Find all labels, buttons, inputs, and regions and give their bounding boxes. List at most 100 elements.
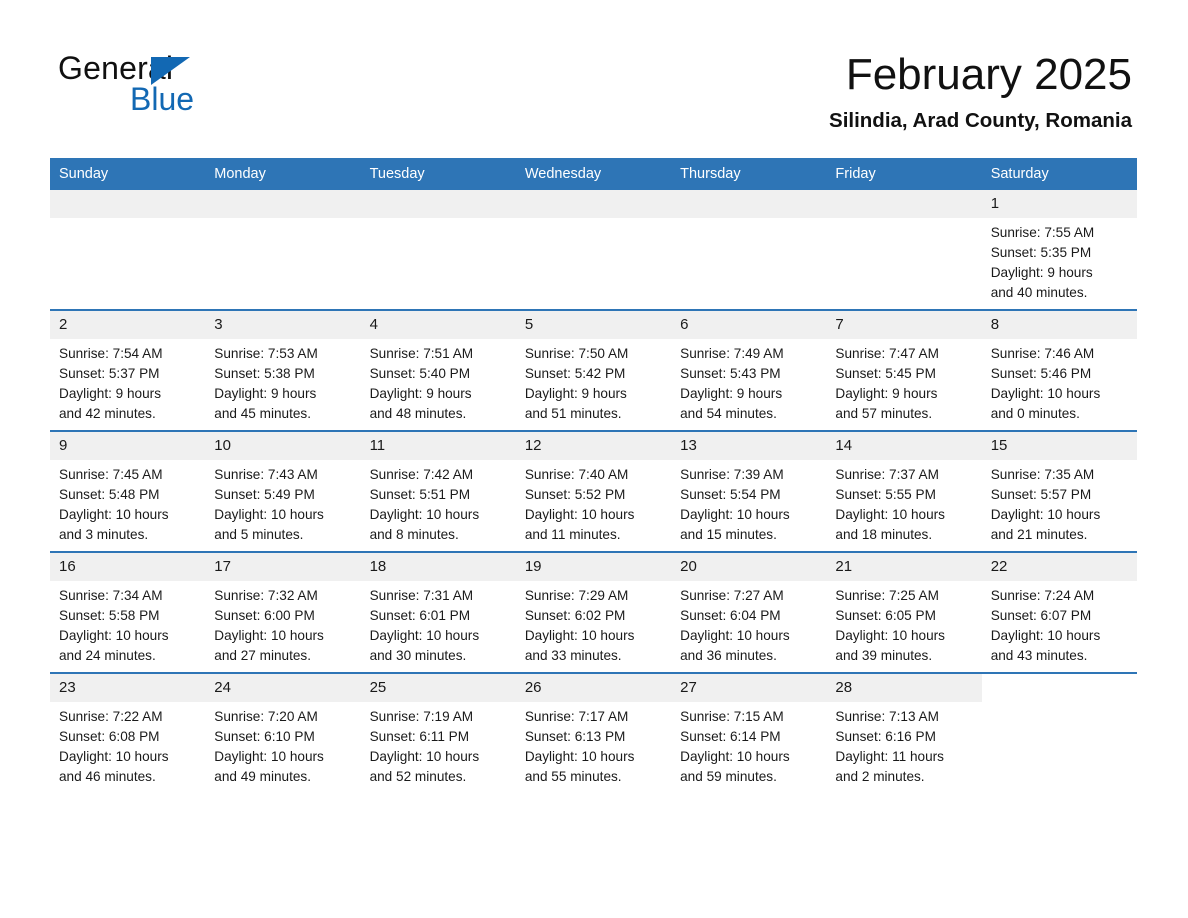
day-detail-line: Sunrise: 7:55 AM <box>990 225 1095 240</box>
day-number <box>981 674 1137 702</box>
day-number: 27 <box>671 674 827 702</box>
day-cell-20[interactable]: 20 Sunrise: 7:27 AM Sunset: 6:04 PM Dayligh… <box>671 551 827 673</box>
page-title: February 2025 <box>845 50 1132 99</box>
day-cell-4[interactable]: 4 Sunrise: 7:51 AM Sunset: 5:40 PM Daylight… <box>360 309 516 431</box>
day-detail-line: Daylight: 10 hours <box>214 628 324 644</box>
day-detail-line: Sunrise: 7:49 AM <box>680 346 784 361</box>
day-detail-line: and 42 minutes. <box>59 406 156 422</box>
generalblue-logo[interactable]: General Blue <box>58 52 358 122</box>
day-cell-empty <box>515 190 672 310</box>
day-cell-1[interactable]: 1 Sunrise: 7:55 AM Sunset: 5:35 PM Daylight… <box>981 190 1137 310</box>
day-cell-9[interactable]: 9 Sunrise: 7:45 AM Sunset: 5:48 PM Daylight… <box>50 430 206 552</box>
day-number: 7 <box>826 311 982 339</box>
day-cell-19[interactable]: 19 Sunrise: 7:29 AM Sunset: 6:02 PM Dayligh… <box>515 551 672 673</box>
day-detail-line: Daylight: 11 hours <box>835 749 944 765</box>
day-detail-line: Sunrise: 7:19 AM <box>369 709 474 724</box>
day-detail-line: and 43 minutes. <box>990 648 1088 664</box>
day-detail-line: Sunrise: 7:46 AM <box>990 346 1095 361</box>
day-cell-7[interactable]: 7 Sunrise: 7:47 AM Sunset: 5:45 PM Daylight… <box>826 309 982 431</box>
day-detail-line: Sunrise: 7:42 AM <box>369 467 474 482</box>
day-detail-line: Sunset: 6:02 PM <box>524 608 626 624</box>
day-cell-28[interactable]: 28 Sunrise: 7:13 AM Sunset: 6:16 PM Dayligh… <box>826 672 982 793</box>
day-detail-line: Sunset: 5:46 PM <box>990 366 1092 382</box>
day-detail-line: Daylight: 10 hours <box>835 507 945 523</box>
weekday-header-wednesday: Wednesday <box>515 158 672 190</box>
day-cell-2[interactable]: 2 Sunrise: 7:54 AM Sunset: 5:37 PM Daylight… <box>50 309 206 431</box>
calendar-week-row: 1 Sunrise: 7:55 AM Sunset: 5:35 PM Daylight… <box>50 190 1137 310</box>
day-number: 20 <box>671 553 827 581</box>
day-cell-5[interactable]: 5 Sunrise: 7:50 AM Sunset: 5:42 PM Daylight… <box>515 309 672 431</box>
day-number: 17 <box>205 553 361 581</box>
day-cell-23[interactable]: 23 Sunrise: 7:22 AM Sunset: 6:08 PM Dayligh… <box>50 672 206 793</box>
day-detail-line: and 18 minutes. <box>835 527 933 543</box>
day-detail-line: and 24 minutes. <box>59 648 156 664</box>
day-cell-empty <box>205 190 361 310</box>
day-detail-line: Sunrise: 7:13 AM <box>835 709 939 724</box>
day-detail-line: Daylight: 10 hours <box>990 386 1101 402</box>
day-detail-line: and 54 minutes. <box>680 406 777 422</box>
day-detail-line: Sunset: 5:42 PM <box>524 366 626 382</box>
day-cell-13[interactable]: 13 Sunrise: 7:39 AM Sunset: 5:54 PM Dayligh… <box>671 430 827 552</box>
day-detail-line: and 52 minutes. <box>369 769 467 785</box>
day-detail-line: Daylight: 10 hours <box>990 507 1101 523</box>
day-cell-3[interactable]: 3 Sunrise: 7:53 AM Sunset: 5:38 PM Daylight… <box>205 309 361 431</box>
day-cell-18[interactable]: 18 Sunrise: 7:31 AM Sunset: 6:01 PM Dayligh… <box>360 551 516 673</box>
day-detail-line: Sunrise: 7:25 AM <box>835 588 939 603</box>
day-details: Sunrise: 7:13 AM Sunset: 6:16 PM Daylight:… <box>826 702 981 787</box>
day-detail-line: and 33 minutes. <box>524 648 622 664</box>
day-detail-line: Daylight: 9 hours <box>835 386 938 402</box>
day-detail-line: Daylight: 10 hours <box>369 628 480 644</box>
day-detail-line: and 39 minutes. <box>835 648 933 664</box>
day-cell-25[interactable]: 25 Sunrise: 7:19 AM Sunset: 6:11 PM Dayligh… <box>360 672 516 793</box>
day-cell-27[interactable]: 27 Sunrise: 7:15 AM Sunset: 6:14 PM Dayligh… <box>671 672 827 793</box>
day-number: 22 <box>981 553 1137 581</box>
weekday-header-row: Sunday Monday Tuesday Wednesday Thursday Frid… <box>50 158 1137 190</box>
day-detail-line: Daylight: 9 hours <box>369 386 472 402</box>
day-details: Sunrise: 7:40 AM Sunset: 5:52 PM Daylight:… <box>516 460 671 545</box>
day-cell-16[interactable]: 16 Sunrise: 7:34 AM Sunset: 5:58 PM Dayligh… <box>50 551 206 673</box>
day-detail-line: Sunset: 6:08 PM <box>59 729 160 745</box>
day-details: Sunrise: 7:24 AM Sunset: 6:07 PM Daylight:… <box>982 581 1137 666</box>
day-cell-15[interactable]: 15 Sunrise: 7:35 AM Sunset: 5:57 PM Dayligh… <box>981 430 1137 552</box>
day-detail-line: and 59 minutes. <box>680 769 777 785</box>
day-cell-12[interactable]: 12 Sunrise: 7:40 AM Sunset: 5:52 PM Dayligh… <box>515 430 672 552</box>
day-cell-empty <box>360 190 516 310</box>
day-cell-24[interactable]: 24 Sunrise: 7:20 AM Sunset: 6:10 PM Dayligh… <box>205 672 361 793</box>
day-detail-line: Sunset: 6:13 PM <box>524 729 626 745</box>
day-detail-line: and 30 minutes. <box>369 648 467 664</box>
day-detail-line: and 2 minutes. <box>835 769 925 785</box>
day-cell-11[interactable]: 11 Sunrise: 7:42 AM Sunset: 5:51 PM Dayligh… <box>360 430 516 552</box>
day-detail-line: Sunrise: 7:43 AM <box>214 467 318 482</box>
day-detail-line: Daylight: 10 hours <box>524 749 635 765</box>
day-details <box>671 218 826 223</box>
day-detail-line: Sunrise: 7:45 AM <box>59 467 163 482</box>
day-details <box>826 218 981 223</box>
day-detail-line: Daylight: 10 hours <box>524 628 635 644</box>
day-cell-8[interactable]: 8 Sunrise: 7:46 AM Sunset: 5:46 PM Daylight… <box>981 309 1137 431</box>
day-cell-21[interactable]: 21 Sunrise: 7:25 AM Sunset: 6:05 PM Dayligh… <box>826 551 982 673</box>
day-cell-6[interactable]: 6 Sunrise: 7:49 AM Sunset: 5:43 PM Daylight… <box>671 309 827 431</box>
day-detail-line: Sunrise: 7:35 AM <box>990 467 1095 482</box>
day-detail-line: Daylight: 10 hours <box>835 628 945 644</box>
weekday-header-friday: Friday <box>826 158 982 190</box>
day-detail-line: Sunset: 5:57 PM <box>990 487 1092 503</box>
day-details <box>516 218 671 223</box>
day-number: 4 <box>360 311 516 339</box>
day-detail-line: Sunrise: 7:39 AM <box>680 467 784 482</box>
weekday-header-monday: Monday <box>205 158 361 190</box>
day-details: Sunrise: 7:19 AM Sunset: 6:11 PM Daylight:… <box>361 702 516 787</box>
day-detail-line: Daylight: 10 hours <box>214 749 324 765</box>
day-detail-line: Sunset: 5:52 PM <box>524 487 626 503</box>
day-cell-14[interactable]: 14 Sunrise: 7:37 AM Sunset: 5:55 PM Dayligh… <box>826 430 982 552</box>
day-cell-10[interactable]: 10 Sunrise: 7:43 AM Sunset: 5:49 PM Dayligh… <box>205 430 361 552</box>
day-cell-22[interactable]: 22 Sunrise: 7:24 AM Sunset: 6:07 PM Dayligh… <box>981 551 1137 673</box>
day-detail-line: Sunrise: 7:51 AM <box>369 346 474 361</box>
day-detail-line: Sunset: 6:10 PM <box>214 729 315 745</box>
day-number: 18 <box>360 553 516 581</box>
day-detail-line: Sunrise: 7:54 AM <box>59 346 163 361</box>
day-cell-26[interactable]: 26 Sunrise: 7:17 AM Sunset: 6:13 PM Dayligh… <box>515 672 672 793</box>
day-detail-line: Sunrise: 7:31 AM <box>369 588 474 603</box>
day-detail-line: and 46 minutes. <box>59 769 156 785</box>
day-cell-17[interactable]: 17 Sunrise: 7:32 AM Sunset: 6:00 PM Dayligh… <box>205 551 361 673</box>
day-detail-line: Daylight: 10 hours <box>59 628 169 644</box>
